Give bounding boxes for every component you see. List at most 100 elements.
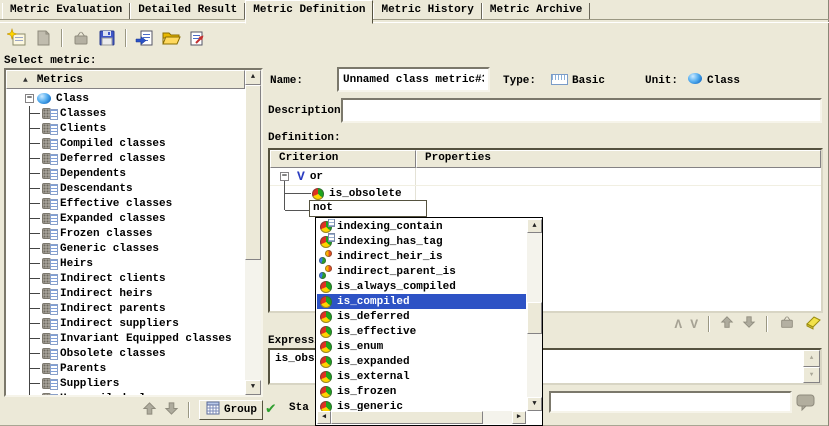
criterion-row-or[interactable]: or	[270, 168, 821, 186]
scroll-left-icon[interactable]	[317, 411, 331, 424]
criterion-dropdown-item[interactable]: is_expanded	[317, 354, 526, 369]
tab-detailed-result[interactable]: Detailed Result	[130, 3, 245, 19]
copy-metric-icon[interactable]	[33, 28, 53, 48]
tree-connector	[285, 193, 311, 194]
criterion-label: is_obsolete	[329, 188, 402, 200]
tree-item[interactable]: Descendants	[30, 181, 245, 196]
scroll-up-icon[interactable]	[527, 219, 542, 233]
new-metric-icon[interactable]	[7, 28, 27, 48]
spin-up-icon[interactable]	[803, 350, 820, 367]
metrics-column-header[interactable]: Metrics	[6, 70, 245, 89]
tree-item[interactable]: Compiled classes	[30, 136, 245, 151]
criterion-column-header[interactable]: Criterion	[270, 150, 416, 168]
criterion-dropdown-item[interactable]: is_generic	[317, 399, 526, 411]
tab-metric-history[interactable]: Metric History	[373, 3, 481, 19]
dropdown-vertical-scrollbar[interactable]	[527, 219, 542, 411]
delete-criterion-icon[interactable]	[778, 314, 796, 334]
group-button[interactable]: Group	[199, 400, 263, 420]
tree-connector	[284, 181, 285, 210]
tree-item[interactable]: Frozen classes	[30, 226, 245, 241]
scroll-up-icon[interactable]	[245, 70, 261, 85]
import-metrics-icon[interactable]	[135, 28, 155, 48]
tree-item[interactable]: Parents	[30, 361, 245, 376]
move-metric-up-icon[interactable]	[142, 401, 157, 420]
criterion-dropdown-item[interactable]: indexing_contain	[317, 219, 526, 234]
tree-item[interactable]: Generic classes	[30, 241, 245, 256]
tree-connector	[30, 128, 40, 129]
criterion-dropdown-item[interactable]: indirect_heir_is	[317, 249, 526, 264]
tree-item[interactable]: Suppliers	[30, 376, 245, 391]
tree-item[interactable]: Deferred classes	[30, 151, 245, 166]
scroll-down-icon[interactable]	[245, 380, 261, 395]
tree-item[interactable]: Dependents	[30, 166, 245, 181]
criterion-dropdown-item[interactable]: indirect_parent_is	[317, 264, 526, 279]
tree-item[interactable]: Indirect heirs	[30, 286, 245, 301]
move-metric-down-icon[interactable]	[164, 401, 179, 420]
scroll-down-icon[interactable]	[527, 397, 542, 411]
description-input[interactable]	[341, 98, 822, 123]
criterion-dropdown-item[interactable]: indexing_has_tag	[317, 234, 526, 249]
tree-connector	[30, 143, 40, 144]
metric-icon	[42, 228, 58, 240]
move-criterion-down-icon[interactable]	[742, 315, 756, 333]
tree-item[interactable]: Invariant Equipped classes	[30, 331, 245, 346]
status-label: Sta	[289, 402, 309, 414]
criterion-relation-icon	[320, 266, 332, 278]
metric-icon	[42, 108, 58, 120]
collapse-icon[interactable]	[25, 94, 34, 103]
tree-connector	[30, 353, 40, 354]
criterion-editor[interactable]: not	[309, 200, 427, 217]
tree-item[interactable]: Indirect suppliers	[30, 316, 245, 331]
criterion-icon	[320, 356, 332, 368]
dropdown-horizontal-scrollbar[interactable]	[317, 411, 526, 424]
tree-item[interactable]: Uncompiled classes	[30, 391, 245, 395]
status-input[interactable]	[549, 391, 792, 413]
criterion-dropdown-item[interactable]: is_enum	[317, 339, 526, 354]
unit-value: Class	[707, 75, 740, 87]
scroll-right-icon[interactable]	[512, 411, 526, 424]
tree-item[interactable]: Expanded classes	[30, 211, 245, 226]
comment-icon[interactable]	[795, 393, 817, 415]
criterion-dropdown-item[interactable]: is_compiled	[317, 294, 526, 309]
scrollbar-thumb[interactable]	[245, 85, 261, 260]
and-criterion-icon[interactable]	[674, 317, 682, 332]
tree-item[interactable]: Indirect clients	[30, 271, 245, 286]
spin-down-icon[interactable]	[803, 367, 820, 384]
tree-connector	[30, 278, 40, 279]
criterion-icon	[320, 371, 332, 383]
tab-metric-definition[interactable]: Metric Definition	[245, 0, 373, 24]
tree-item[interactable]: Classes	[30, 106, 245, 121]
properties-column-header[interactable]: Properties	[416, 150, 821, 168]
name-input[interactable]	[337, 67, 490, 92]
delete-metric-icon[interactable]	[71, 28, 91, 48]
open-metric-file-icon[interactable]	[161, 28, 181, 48]
tree-item[interactable]: Heirs	[30, 256, 245, 271]
expression-spinner	[803, 350, 820, 383]
or-criterion-icon[interactable]	[690, 317, 698, 332]
move-criterion-up-icon[interactable]	[720, 315, 734, 333]
scrollbar-thumb[interactable]	[331, 411, 483, 424]
tree-item[interactable]: Indirect parents	[30, 301, 245, 316]
criterion-dropdown-item[interactable]: is_always_compiled	[317, 279, 526, 294]
save-metric-icon[interactable]	[97, 28, 117, 48]
tab-metric-evaluation[interactable]: Metric Evaluation	[2, 3, 130, 19]
tree-item-class-root[interactable]: Class	[6, 91, 245, 106]
tree-item[interactable]: Clients	[30, 121, 245, 136]
criterion-dropdown-item[interactable]: is_external	[317, 369, 526, 384]
scrollbar-thumb[interactable]	[527, 302, 542, 334]
erase-criterion-icon[interactable]	[804, 315, 822, 334]
tab-bar: Metric EvaluationDetailed ResultMetric D…	[0, 0, 829, 22]
metric-icon	[42, 168, 58, 180]
tree-item[interactable]: Effective classes	[30, 196, 245, 211]
tree-item[interactable]: Obsolete classes	[30, 346, 245, 361]
tab-metric-archive[interactable]: Metric Archive	[482, 3, 590, 19]
export-metrics-icon[interactable]	[187, 28, 207, 48]
criterion-dropdown-item[interactable]: is_deferred	[317, 309, 526, 324]
criterion-dropdown-item[interactable]: is_effective	[317, 324, 526, 339]
tree-connector	[30, 308, 40, 309]
collapse-icon[interactable]	[280, 172, 289, 181]
toolbar-separator	[766, 316, 768, 332]
criterion-dropdown-list: indexing_contain indexing_has_tag indire…	[317, 219, 526, 411]
criterion-dropdown-item[interactable]: is_frozen	[317, 384, 526, 399]
tree-scrollbar[interactable]	[245, 70, 261, 395]
